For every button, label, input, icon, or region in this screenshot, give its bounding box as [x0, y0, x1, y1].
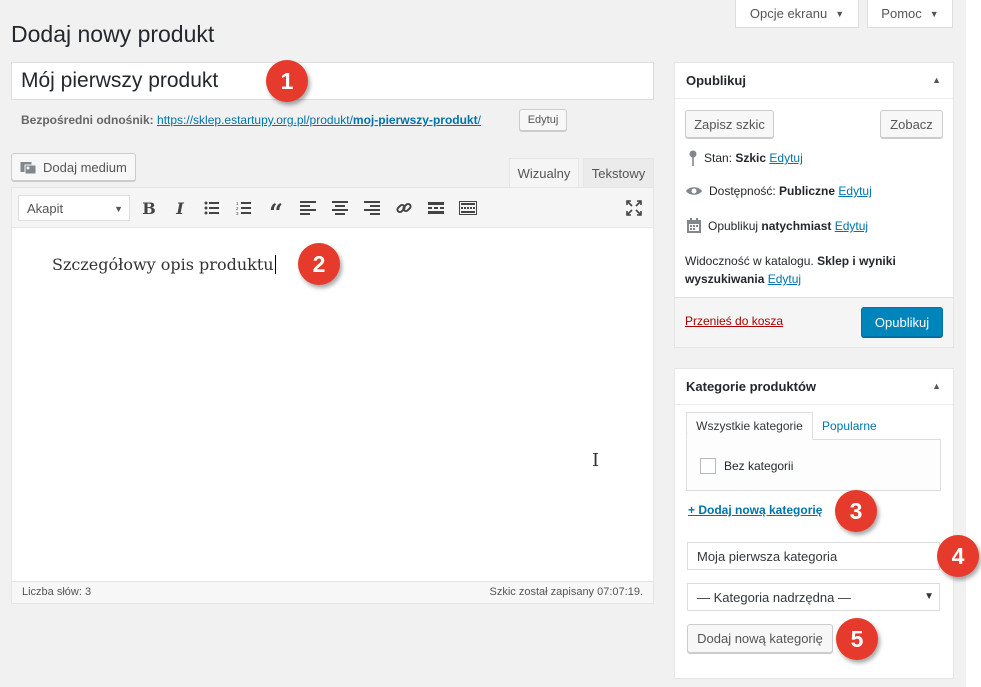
edit-catalog-link[interactable]: Edytuj	[768, 272, 801, 286]
calendar-icon	[687, 218, 701, 233]
align-left-icon[interactable]	[294, 194, 322, 222]
publish-box-header[interactable]: Opublikuj ▲	[675, 63, 953, 99]
catalog-visibility: Widoczność w katalogu. Sklep i wyniki wy…	[685, 254, 896, 286]
editor-content[interactable]: Szczegółowy opis produktu	[52, 255, 276, 274]
collapse-up-icon[interactable]: ▲	[932, 381, 941, 391]
caret-down-icon: ▼	[835, 8, 845, 19]
new-category-input[interactable]: Moja pierwsza kategoria	[687, 542, 940, 570]
add-new-category-link[interactable]: + Dodaj nową kategorię	[688, 503, 822, 517]
screen-options-label: Opcje ekranu	[749, 6, 828, 21]
screen-options-button[interactable]: Opcje ekranu ▼	[735, 0, 859, 28]
publish-button[interactable]: Opublikuj	[861, 307, 943, 337]
visibility-row: Dostępność: Publiczne Edytuj	[685, 184, 872, 198]
format-select-value: Akapit	[27, 200, 64, 216]
align-right-icon[interactable]	[358, 194, 386, 222]
schedule-row: Opublikuj natychmiast Edytuj	[686, 218, 868, 234]
numbered-list-icon[interactable]: 123	[230, 194, 258, 222]
svg-text:3: 3	[236, 211, 239, 215]
text-cursor-icon: I	[592, 450, 600, 471]
save-draft-button[interactable]: Zapisz szkic	[685, 110, 774, 138]
text-cursor	[274, 255, 276, 274]
media-icon	[20, 161, 37, 174]
draft-saved-status: Szkic został zapisany 07:07:19.	[489, 586, 643, 598]
bullet-list-icon[interactable]	[198, 194, 226, 222]
format-select[interactable]: Akapit ▼	[18, 195, 130, 221]
blockquote-icon[interactable]: “	[262, 194, 290, 227]
permalink-url[interactable]: https://sklep.estartupy.org.pl/produkt/m…	[157, 113, 481, 127]
category-item[interactable]: Bez kategorii	[700, 458, 793, 474]
tab-text[interactable]: Tekstowy	[583, 158, 654, 187]
tab-popular-categories[interactable]: Popularne	[822, 419, 877, 433]
step-badge-1: 1	[266, 60, 308, 102]
step-badge-5: 5	[836, 618, 878, 660]
edit-schedule-link[interactable]: Edytuj	[835, 219, 868, 233]
help-label: Pomoc	[881, 6, 922, 21]
page-title: Dodaj nowy produkt	[11, 21, 215, 47]
link-icon[interactable]	[390, 194, 418, 222]
help-button[interactable]: Pomoc ▼	[867, 0, 953, 28]
tab-visual[interactable]: Wizualny	[509, 158, 579, 188]
parent-category-value: — Kategoria nadrzędna —	[697, 589, 851, 605]
move-to-trash-link[interactable]: Przenieś do kosza	[685, 314, 783, 328]
categories-box-header[interactable]: Kategorie produktów ▲	[675, 369, 953, 405]
category-checkbox[interactable]	[700, 458, 716, 474]
categories-box-title: Kategorie produktów	[686, 379, 817, 394]
fullscreen-icon[interactable]	[620, 194, 648, 222]
step-badge-2: 2	[298, 243, 340, 285]
publish-box: Opublikuj ▲	[674, 62, 954, 348]
toolbar-toggle-icon[interactable]	[454, 194, 482, 222]
step-badge-4: 4	[937, 535, 979, 577]
pin-icon	[689, 150, 697, 166]
edit-visibility-link[interactable]: Edytuj	[838, 184, 871, 198]
italic-icon[interactable]: I	[166, 194, 194, 222]
editor-content-text: Szczegółowy opis produktu	[52, 255, 274, 274]
caret-down-icon: ▼	[929, 8, 939, 19]
add-media-label: Dodaj medium	[43, 159, 127, 175]
status-row: Stan: Szkic Edytuj	[688, 150, 803, 166]
category-item-label: Bez kategorii	[724, 459, 794, 473]
preview-button[interactable]: Zobacz	[880, 110, 943, 138]
align-center-icon[interactable]	[326, 194, 354, 222]
caret-down-icon: ▼	[114, 204, 123, 214]
permalink-edit-button[interactable]: Edytuj	[519, 109, 567, 131]
permalink-row: Bezpośredni odnośnik: https://sklep.esta…	[21, 113, 481, 127]
add-media-button[interactable]: Dodaj medium	[11, 153, 136, 181]
caret-down-icon: ▼	[924, 591, 934, 602]
step-badge-3: 3	[835, 490, 877, 532]
product-title-input[interactable]: Mój pierwszy produkt	[11, 62, 654, 100]
add-category-button[interactable]: Dodaj nową kategorię	[687, 624, 833, 653]
bold-icon[interactable]: B	[135, 194, 163, 222]
eye-icon	[686, 187, 702, 195]
parent-category-select[interactable]: — Kategoria nadrzędna — ▼	[687, 583, 940, 611]
tab-all-categories[interactable]: Wszystkie kategorie	[686, 412, 813, 440]
publish-box-title: Opublikuj	[686, 73, 746, 88]
word-count: Liczba słów: 3	[22, 586, 92, 598]
collapse-up-icon[interactable]: ▲	[932, 75, 941, 85]
new-category-value: Moja pierwsza kategoria	[697, 548, 838, 564]
product-title-value: Mój pierwszy produkt	[21, 69, 219, 92]
read-more-icon[interactable]	[422, 194, 450, 222]
permalink-label: Bezpośredni odnośnik:	[21, 113, 154, 127]
edit-status-link[interactable]: Edytuj	[769, 151, 802, 165]
